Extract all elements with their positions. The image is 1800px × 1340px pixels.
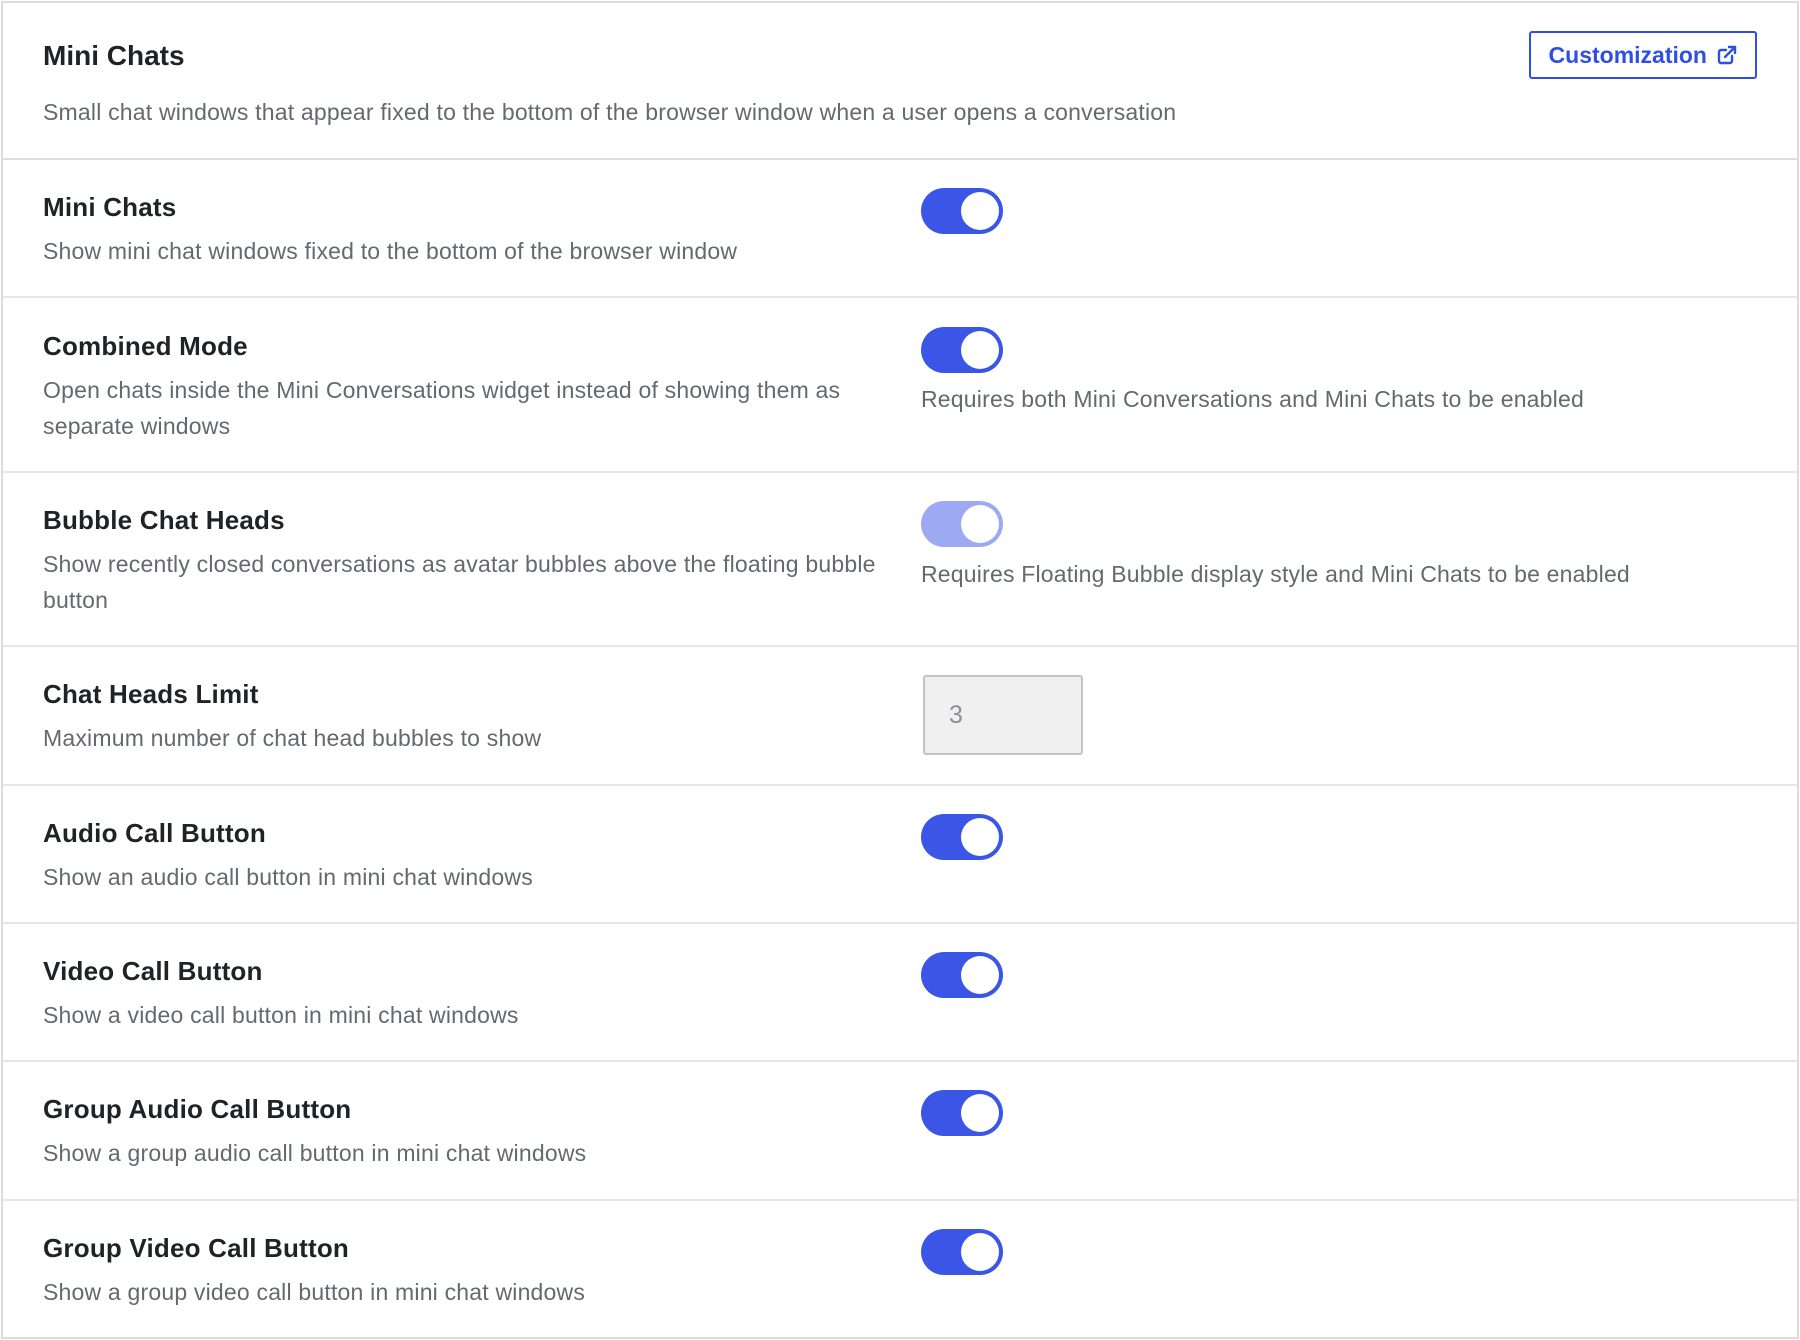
external-link-icon bbox=[1717, 45, 1737, 65]
mini-chats-toggle[interactable] bbox=[921, 188, 1003, 234]
setting-title: Chat Heads Limit bbox=[43, 679, 259, 709]
toggle-knob bbox=[961, 956, 999, 994]
setting-title: Bubble Chat Heads bbox=[43, 505, 285, 535]
setting-title: Combined Mode bbox=[43, 331, 248, 361]
setting-note: Requires Floating Bubble display style a… bbox=[921, 561, 1630, 587]
customization-button-label: Customization bbox=[1548, 41, 1707, 68]
customization-button[interactable]: Customization bbox=[1528, 31, 1757, 79]
toggle-knob bbox=[961, 331, 999, 369]
section-title: Mini Chats bbox=[43, 40, 185, 71]
group-video-call-button-toggle[interactable] bbox=[921, 1229, 1003, 1275]
setting-title: Group Video Call Button bbox=[43, 1233, 349, 1263]
chat-heads-limit-input[interactable] bbox=[923, 675, 1083, 755]
setting-row-bubble-chat-heads: Bubble Chat Heads Show recently closed c… bbox=[3, 473, 1797, 647]
group-audio-call-button-toggle[interactable] bbox=[921, 1090, 1003, 1136]
setting-description: Open chats inside the Mini Conversations… bbox=[43, 377, 841, 439]
toggle-knob bbox=[961, 818, 999, 856]
combined-mode-toggle[interactable] bbox=[921, 327, 1003, 373]
mini-chats-settings-panel: Mini Chats Small chat windows that appea… bbox=[1, 1, 1799, 1339]
setting-row-group-video-call-button: Group Video Call Button Show a group vid… bbox=[3, 1201, 1797, 1337]
setting-description: Show mini chat windows fixed to the bott… bbox=[43, 238, 738, 264]
video-call-button-toggle[interactable] bbox=[921, 952, 1003, 998]
toggle-knob bbox=[961, 192, 999, 230]
setting-description: Maximum number of chat head bubbles to s… bbox=[43, 725, 542, 751]
section-description: Small chat windows that appear fixed to … bbox=[43, 99, 1177, 125]
toggle-knob bbox=[961, 1094, 999, 1132]
setting-description: Show a video call button in mini chat wi… bbox=[43, 1002, 519, 1028]
section-header: Mini Chats Small chat windows that appea… bbox=[3, 3, 1797, 160]
setting-title: Mini Chats bbox=[43, 192, 177, 222]
toggle-knob bbox=[961, 505, 999, 543]
setting-description: Show recently closed conversations as av… bbox=[43, 551, 876, 613]
bubble-chat-heads-toggle[interactable] bbox=[921, 501, 1003, 547]
setting-row-audio-call-button: Audio Call Button Show an audio call but… bbox=[3, 786, 1797, 924]
setting-title: Video Call Button bbox=[43, 956, 263, 986]
setting-title: Group Audio Call Button bbox=[43, 1094, 352, 1124]
setting-row-group-audio-call-button: Group Audio Call Button Show a group aud… bbox=[3, 1062, 1797, 1201]
setting-description: Show a group video call button in mini c… bbox=[43, 1279, 586, 1305]
setting-title: Audio Call Button bbox=[43, 818, 266, 848]
setting-description: Show an audio call button in mini chat w… bbox=[43, 864, 533, 890]
setting-row-mini-chats: Mini Chats Show mini chat windows fixed … bbox=[3, 160, 1797, 298]
setting-note: Requires both Mini Conversations and Min… bbox=[921, 386, 1584, 412]
setting-row-combined-mode: Combined Mode Open chats inside the Mini… bbox=[3, 298, 1797, 473]
setting-row-chat-heads-limit: Chat Heads Limit Maximum number of chat … bbox=[3, 647, 1797, 786]
toggle-knob bbox=[961, 1233, 999, 1271]
setting-row-video-call-button: Video Call Button Show a video call butt… bbox=[3, 924, 1797, 1062]
audio-call-button-toggle[interactable] bbox=[921, 814, 1003, 860]
setting-description: Show a group audio call button in mini c… bbox=[43, 1140, 587, 1166]
